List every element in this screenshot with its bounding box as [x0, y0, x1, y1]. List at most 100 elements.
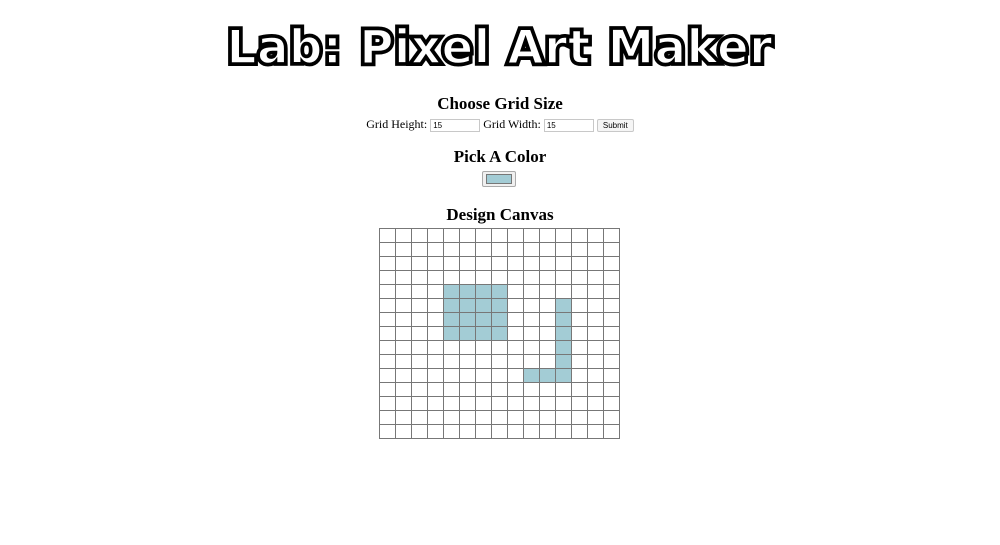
canvas-cell[interactable] — [523, 326, 540, 341]
canvas-cell[interactable] — [475, 228, 492, 243]
canvas-cell[interactable] — [507, 396, 524, 411]
canvas-cell[interactable] — [427, 312, 444, 327]
canvas-cell[interactable] — [539, 354, 556, 369]
canvas-cell[interactable] — [379, 424, 396, 439]
canvas-cell[interactable] — [427, 326, 444, 341]
canvas-cell[interactable] — [491, 368, 508, 383]
canvas-cell[interactable] — [603, 424, 620, 439]
canvas-cell[interactable] — [411, 396, 428, 411]
canvas-cell[interactable] — [587, 354, 604, 369]
canvas-cell[interactable] — [411, 228, 428, 243]
canvas-cell[interactable] — [443, 242, 460, 257]
canvas-cell[interactable] — [379, 354, 396, 369]
canvas-cell[interactable] — [523, 340, 540, 355]
canvas-cell[interactable] — [491, 382, 508, 397]
canvas-cell[interactable] — [507, 326, 524, 341]
canvas-cell[interactable] — [427, 382, 444, 397]
canvas-cell[interactable] — [379, 270, 396, 285]
canvas-cell[interactable] — [603, 396, 620, 411]
canvas-cell[interactable] — [491, 424, 508, 439]
canvas-cell[interactable] — [475, 396, 492, 411]
canvas-cell[interactable] — [491, 284, 508, 299]
canvas-cell[interactable] — [475, 382, 492, 397]
canvas-cell[interactable] — [523, 242, 540, 257]
canvas-cell[interactable] — [539, 396, 556, 411]
canvas-cell[interactable] — [395, 270, 412, 285]
canvas-cell[interactable] — [459, 396, 476, 411]
canvas-cell[interactable] — [555, 312, 572, 327]
canvas-cell[interactable] — [587, 382, 604, 397]
canvas-cell[interactable] — [571, 382, 588, 397]
grid-width-input[interactable] — [543, 118, 594, 132]
canvas-cell[interactable] — [491, 298, 508, 313]
canvas-cell[interactable] — [571, 284, 588, 299]
canvas-cell[interactable] — [459, 284, 476, 299]
canvas-cell[interactable] — [459, 424, 476, 439]
canvas-cell[interactable] — [491, 242, 508, 257]
canvas-cell[interactable] — [507, 340, 524, 355]
canvas-cell[interactable] — [571, 326, 588, 341]
canvas-cell[interactable] — [539, 270, 556, 285]
canvas-cell[interactable] — [603, 326, 620, 341]
canvas-cell[interactable] — [571, 228, 588, 243]
canvas-cell[interactable] — [443, 396, 460, 411]
canvas-cell[interactable] — [571, 354, 588, 369]
canvas-cell[interactable] — [539, 410, 556, 425]
canvas-cell[interactable] — [427, 354, 444, 369]
canvas-cell[interactable] — [523, 284, 540, 299]
canvas-cell[interactable] — [379, 382, 396, 397]
canvas-cell[interactable] — [587, 228, 604, 243]
canvas-cell[interactable] — [571, 312, 588, 327]
canvas-cell[interactable] — [443, 284, 460, 299]
canvas-cell[interactable] — [507, 354, 524, 369]
canvas-cell[interactable] — [459, 410, 476, 425]
canvas-cell[interactable] — [459, 382, 476, 397]
canvas-cell[interactable] — [395, 340, 412, 355]
canvas-cell[interactable] — [427, 340, 444, 355]
grid-height-input[interactable] — [430, 118, 481, 132]
canvas-cell[interactable] — [555, 326, 572, 341]
canvas-cell[interactable] — [411, 298, 428, 313]
canvas-cell[interactable] — [523, 228, 540, 243]
canvas-cell[interactable] — [491, 340, 508, 355]
canvas-cell[interactable] — [539, 326, 556, 341]
canvas-cell[interactable] — [411, 354, 428, 369]
canvas-cell[interactable] — [555, 382, 572, 397]
canvas-cell[interactable] — [603, 284, 620, 299]
canvas-cell[interactable] — [555, 242, 572, 257]
canvas-cell[interactable] — [475, 424, 492, 439]
canvas-cell[interactable] — [427, 256, 444, 271]
canvas-cell[interactable] — [459, 270, 476, 285]
canvas-cell[interactable] — [523, 410, 540, 425]
canvas-cell[interactable] — [395, 424, 412, 439]
canvas-cell[interactable] — [491, 256, 508, 271]
canvas-cell[interactable] — [507, 368, 524, 383]
canvas-cell[interactable] — [395, 382, 412, 397]
canvas-cell[interactable] — [475, 270, 492, 285]
canvas-cell[interactable] — [539, 368, 556, 383]
canvas-cell[interactable] — [555, 228, 572, 243]
canvas-cell[interactable] — [411, 340, 428, 355]
canvas-cell[interactable] — [555, 340, 572, 355]
canvas-cell[interactable] — [491, 312, 508, 327]
canvas-cell[interactable] — [443, 228, 460, 243]
canvas-cell[interactable] — [523, 382, 540, 397]
canvas-cell[interactable] — [523, 424, 540, 439]
canvas-cell[interactable] — [411, 410, 428, 425]
canvas-cell[interactable] — [507, 410, 524, 425]
canvas-cell[interactable] — [411, 312, 428, 327]
canvas-cell[interactable] — [379, 298, 396, 313]
canvas-cell[interactable] — [603, 410, 620, 425]
canvas-cell[interactable] — [443, 354, 460, 369]
canvas-cell[interactable] — [379, 228, 396, 243]
canvas-cell[interactable] — [395, 354, 412, 369]
canvas-cell[interactable] — [379, 284, 396, 299]
canvas-cell[interactable] — [395, 312, 412, 327]
canvas-cell[interactable] — [379, 326, 396, 341]
canvas-cell[interactable] — [475, 368, 492, 383]
canvas-cell[interactable] — [395, 396, 412, 411]
canvas-cell[interactable] — [395, 410, 412, 425]
canvas-cell[interactable] — [603, 312, 620, 327]
canvas-cell[interactable] — [587, 326, 604, 341]
canvas-cell[interactable] — [587, 298, 604, 313]
